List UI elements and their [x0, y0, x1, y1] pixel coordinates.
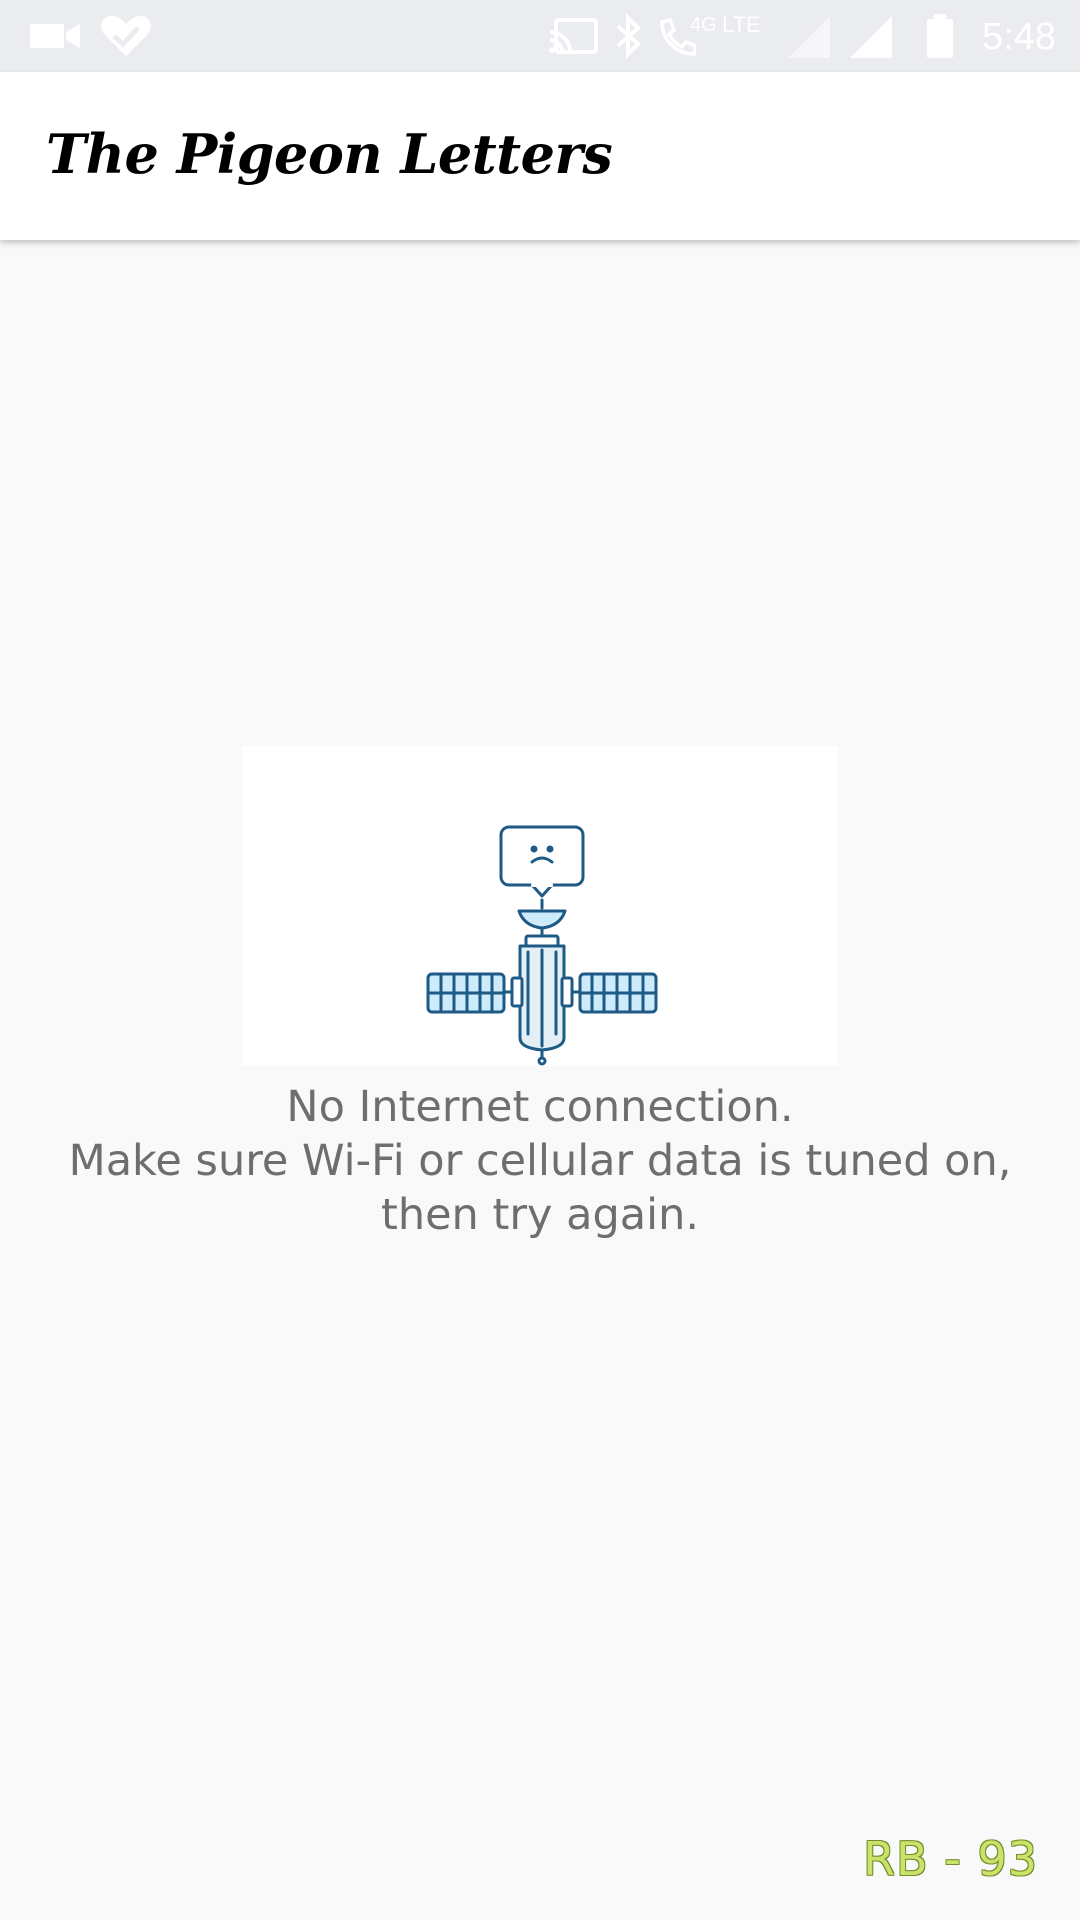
- cast-icon: [549, 18, 598, 54]
- message-line-3: then try again.: [380, 1190, 699, 1240]
- signal-weak-icon: [788, 16, 830, 58]
- lte-icon: LTE: [722, 12, 761, 37]
- no-connection-message: No Internet connection. Make sure Wi-Fi …: [0, 1080, 1080, 1242]
- watermark-label: RB - 93: [863, 1832, 1038, 1886]
- no-connection-illustration: [242, 746, 838, 1066]
- signal-icon: [850, 16, 892, 58]
- video-camera-icon: [30, 24, 80, 48]
- network-4g-label: 4G: [690, 14, 717, 36]
- status-bar: 4G LTE 5:48: [0, 0, 1080, 72]
- bluetooth-icon: [616, 13, 641, 59]
- message-line-2: Make sure Wi-Fi or cellular data is tune…: [68, 1136, 1012, 1186]
- battery-icon: [927, 14, 953, 58]
- heart-check-icon: [101, 16, 151, 56]
- status-time: 5:48: [982, 16, 1056, 58]
- app-title: The Pigeon Letters: [46, 122, 613, 186]
- message-line-1: No Internet connection.: [286, 1082, 794, 1132]
- satellite-sad-icon: [426, 825, 658, 1066]
- app-bar: The Pigeon Letters: [0, 72, 1080, 240]
